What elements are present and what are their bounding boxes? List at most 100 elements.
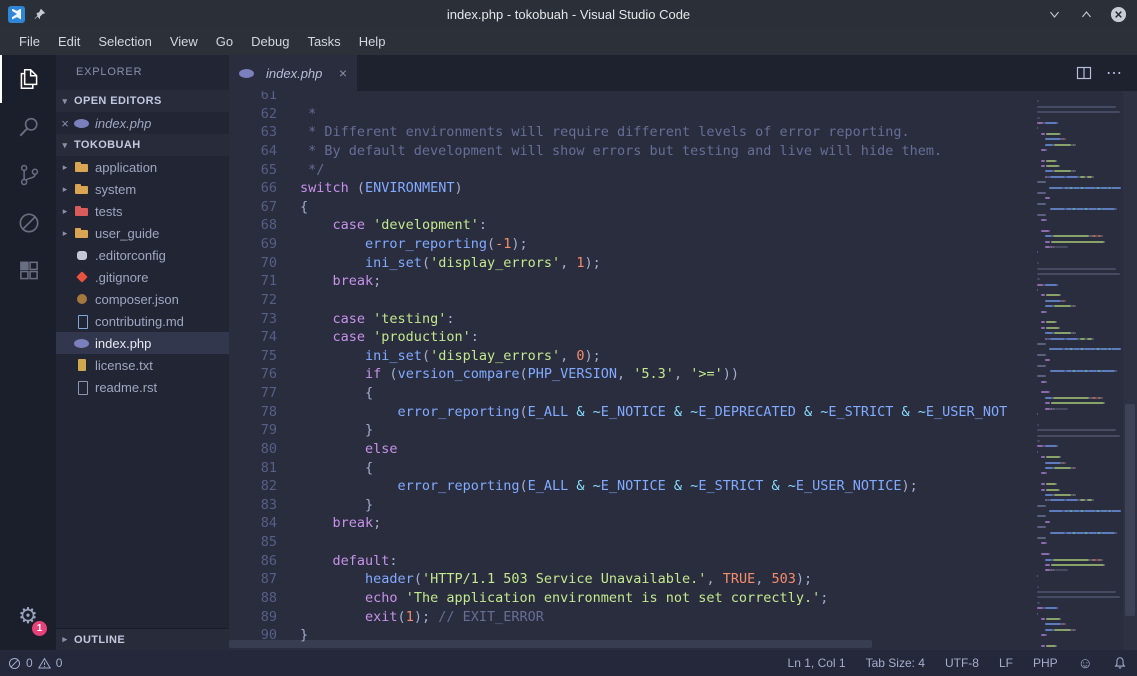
line-content: error_reporting(E_ALL & ~E_NOTICE & ~E_S… (300, 477, 918, 496)
tree-item-user_guide[interactable]: ▸user_guide (56, 222, 229, 244)
activity-source-control-button[interactable] (0, 151, 56, 199)
code-line-61[interactable]: 61 (229, 91, 1033, 105)
code-line-81[interactable]: 81 { (229, 459, 1033, 478)
more-actions-icon[interactable]: ⋯ (1106, 63, 1123, 83)
scrollbar-slider[interactable] (229, 640, 872, 648)
menubar-item-debug[interactable]: Debug (242, 30, 298, 53)
tree-item-readme.rst[interactable]: readme.rst (56, 376, 229, 398)
code-line-75[interactable]: 75 ini_set('display_errors', 0); (229, 347, 1033, 366)
menubar-item-file[interactable]: File (10, 30, 49, 53)
code-line-69[interactable]: 69 error_reporting(-1); (229, 235, 1033, 254)
line-number: 64 (229, 142, 300, 161)
menubar-item-help[interactable]: Help (350, 30, 395, 53)
tree-item-.editorconfig[interactable]: .editorconfig (56, 244, 229, 266)
code-line-72[interactable]: 72 (229, 291, 1033, 310)
menubar-item-tasks[interactable]: Tasks (298, 30, 349, 53)
open-editor-item-index.php[interactable]: ×index.php (56, 112, 229, 134)
code-line-87[interactable]: 87 header('HTTP/1.1 503 Service Unavaila… (229, 570, 1033, 589)
tab-index-php[interactable]: index.php × (229, 55, 357, 91)
code-line-74[interactable]: 74 case 'production': (229, 328, 1033, 347)
debug-disabled-icon (16, 210, 42, 236)
scrollbar-slider[interactable] (1125, 404, 1135, 616)
tree-item-composer.json[interactable]: composer.json (56, 288, 229, 310)
tree-item-index.php[interactable]: index.php (56, 332, 229, 354)
encoding-indicator[interactable]: UTF-8 (945, 656, 979, 670)
line-content: ini_set('display_errors', 0); (300, 347, 601, 366)
close-editor-icon[interactable]: × (56, 116, 74, 131)
line-content: default: (300, 552, 398, 571)
tree-item-application[interactable]: ▸application (56, 156, 229, 178)
minimap[interactable] (1033, 91, 1123, 650)
line-number: 67 (229, 198, 300, 217)
code-line-63[interactable]: 63 * Different environments will require… (229, 123, 1033, 142)
markdown-icon (74, 313, 90, 329)
code-line-64[interactable]: 64 * By default development will show er… (229, 142, 1033, 161)
problems-indicator[interactable]: 0 0 (8, 656, 62, 670)
project-header[interactable]: ▾ TOKOBUAH (56, 134, 229, 156)
line-number: 61 (229, 91, 300, 105)
code-line-73[interactable]: 73 case 'testing': (229, 310, 1033, 329)
menubar-item-view[interactable]: View (161, 30, 207, 53)
activity-extensions-button[interactable] (0, 247, 56, 295)
code-line-68[interactable]: 68 case 'development': (229, 216, 1033, 235)
code-line-77[interactable]: 77 { (229, 384, 1033, 403)
activity-bar: ⚙ 1 (0, 55, 56, 650)
code-line-62[interactable]: 62 * (229, 105, 1033, 124)
code-line-85[interactable]: 85 (229, 533, 1033, 552)
vertical-scrollbar[interactable] (1123, 91, 1137, 650)
menubar-item-go[interactable]: Go (207, 30, 242, 53)
code-line-82[interactable]: 82 error_reporting(E_ALL & ~E_NOTICE & ~… (229, 477, 1033, 496)
tree-item-system[interactable]: ▸system (56, 178, 229, 200)
eol-indicator[interactable]: LF (999, 656, 1013, 670)
code-line-76[interactable]: 76 if (version_compare(PHP_VERSION, '5.3… (229, 365, 1033, 384)
code-line-79[interactable]: 79 } (229, 421, 1033, 440)
code-line-84[interactable]: 84 break; (229, 514, 1033, 533)
code-line-83[interactable]: 83 } (229, 496, 1033, 515)
notifications-bell-icon[interactable] (1113, 656, 1127, 670)
tree-item-tests[interactable]: ▸tests (56, 200, 229, 222)
maximize-button[interactable] (1077, 5, 1095, 23)
line-content: * Different environments will require di… (300, 123, 910, 142)
code-line-89[interactable]: 89 exit(1); // EXIT_ERROR (229, 608, 1033, 627)
code-line-70[interactable]: 70 ini_set('display_errors', 1); (229, 254, 1033, 273)
split-editor-button[interactable] (1076, 65, 1092, 81)
error-count: 0 (26, 656, 33, 670)
code-line-80[interactable]: 80 else (229, 440, 1033, 459)
horizontal-scrollbar[interactable] (229, 640, 1033, 648)
tree-item-.gitignore[interactable]: .gitignore (56, 266, 229, 288)
outline-header[interactable]: ▸ OUTLINE (56, 628, 229, 650)
tree-item-label: system (95, 182, 136, 197)
tree-item-contributing.md[interactable]: contributing.md (56, 310, 229, 332)
close-button[interactable] (1109, 5, 1127, 23)
code-line-67[interactable]: 67{ (229, 198, 1033, 217)
php-icon (74, 115, 90, 131)
code-line-78[interactable]: 78 error_reporting(E_ALL & ~E_NOTICE & ~… (229, 403, 1033, 422)
minimize-button[interactable] (1045, 5, 1063, 23)
line-number: 89 (229, 608, 300, 627)
line-content: * By default development will show error… (300, 142, 942, 161)
code-line-65[interactable]: 65 */ (229, 161, 1033, 180)
code-line-88[interactable]: 88 echo 'The application environment is … (229, 589, 1033, 608)
tree-item-label: contributing.md (95, 314, 184, 329)
language-indicator[interactable]: PHP (1033, 656, 1058, 670)
line-content: * (300, 105, 316, 124)
indentation-indicator[interactable]: Tab Size: 4 (866, 656, 925, 670)
code-line-86[interactable]: 86 default: (229, 552, 1033, 571)
activity-search-button[interactable] (0, 103, 56, 151)
folder-icon (74, 159, 90, 175)
code-line-71[interactable]: 71 break; (229, 272, 1033, 291)
code-area[interactable]: 6162 *63 * Different environments will r… (229, 91, 1033, 650)
settings-button[interactable]: ⚙ 1 (0, 592, 56, 640)
activity-explorer-button[interactable] (0, 55, 56, 103)
menubar-item-selection[interactable]: Selection (89, 30, 160, 53)
tab-close-icon[interactable]: × (339, 65, 347, 81)
vscode-window: index.php - tokobuah - Visual Studio Cod… (0, 0, 1137, 676)
tree-item-license.txt[interactable]: license.txt (56, 354, 229, 376)
open-editors-header[interactable]: ▾ OPEN EDITORS (56, 90, 229, 112)
line-number: 66 (229, 179, 300, 198)
cursor-position[interactable]: Ln 1, Col 1 (788, 656, 846, 670)
activity-debug-button[interactable] (0, 199, 56, 247)
feedback-smiley-icon[interactable]: ☺ (1078, 656, 1093, 671)
code-line-66[interactable]: 66switch (ENVIRONMENT) (229, 179, 1033, 198)
menubar-item-edit[interactable]: Edit (49, 30, 89, 53)
